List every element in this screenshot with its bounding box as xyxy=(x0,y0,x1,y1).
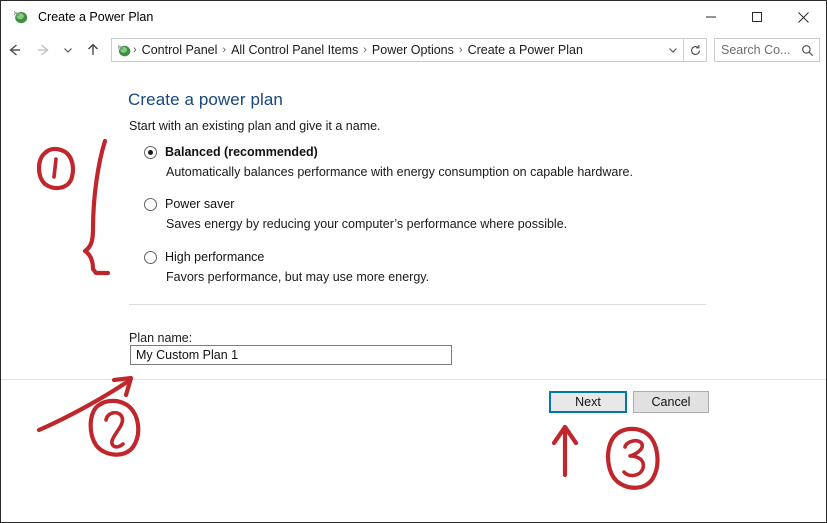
back-button[interactable] xyxy=(1,35,29,65)
breadcrumb-item-power-options[interactable]: Power Options xyxy=(368,43,458,57)
section-divider xyxy=(129,304,706,305)
cancel-button[interactable]: Cancel xyxy=(633,391,709,413)
breadcrumb-item-all-control-panel-items[interactable]: All Control Panel Items xyxy=(227,43,362,57)
address-power-plug-icon xyxy=(115,42,132,59)
option-label-power-saver: Power saver xyxy=(165,197,235,211)
radio-high-performance[interactable] xyxy=(144,251,157,264)
create-power-plan-window: Create a Power Plan › Control Panel › Al… xyxy=(0,0,827,523)
forward-button xyxy=(29,35,57,65)
option-description-power-saver: Saves energy by reducing your computer’s… xyxy=(166,217,568,231)
title-bar: Create a Power Plan xyxy=(1,1,826,33)
option-description-high-performance: Favors performance, but may use more ene… xyxy=(166,270,430,284)
window-title: Create a Power Plan xyxy=(38,10,154,24)
plan-name-label: Plan name: xyxy=(129,331,193,345)
maximize-button[interactable] xyxy=(734,1,780,33)
up-button[interactable] xyxy=(79,35,107,65)
plan-name-input[interactable] xyxy=(130,345,452,365)
recent-locations-chevron-down-icon[interactable] xyxy=(57,35,79,65)
close-button[interactable] xyxy=(780,1,826,33)
window-controls xyxy=(688,1,826,33)
power-plug-icon xyxy=(11,8,29,26)
search-icon[interactable] xyxy=(801,44,814,57)
option-label-balanced: Balanced (recommended) xyxy=(165,145,318,159)
minimize-button[interactable] xyxy=(688,1,734,33)
footer-bar: Next Cancel xyxy=(1,380,826,522)
option-label-high-performance: High performance xyxy=(165,250,265,264)
refresh-button[interactable] xyxy=(684,38,707,62)
address-chevron-down-icon[interactable] xyxy=(663,44,683,56)
breadcrumb: › Control Panel › All Control Panel Item… xyxy=(132,43,663,57)
power-plan-option-power-saver[interactable]: Power saver Saves energy by reducing you… xyxy=(144,197,567,232)
power-plan-option-high-performance[interactable]: High performance Favors performance, but… xyxy=(144,250,429,285)
page-title: Create a power plan xyxy=(128,90,283,109)
breadcrumb-item-control-panel[interactable]: Control Panel xyxy=(138,43,222,57)
radio-power-saver[interactable] xyxy=(144,198,157,211)
power-plan-option-balanced[interactable]: Balanced (recommended) Automatically bal… xyxy=(144,145,633,180)
search-placeholder: Search Co... xyxy=(721,43,791,57)
navigation-bar: › Control Panel › All Control Panel Item… xyxy=(1,33,826,67)
page-subtitle: Start with an existing plan and give it … xyxy=(129,119,381,133)
main-content: Create a power plan Start with an existi… xyxy=(1,67,826,379)
radio-balanced[interactable] xyxy=(144,146,157,159)
address-bar[interactable]: › Control Panel › All Control Panel Item… xyxy=(111,38,684,62)
search-input[interactable]: Search Co... xyxy=(714,38,820,62)
next-button[interactable]: Next xyxy=(549,391,627,413)
breadcrumb-item-create-a-power-plan[interactable]: Create a Power Plan xyxy=(464,43,587,57)
option-description-balanced: Automatically balances performance with … xyxy=(166,165,633,179)
